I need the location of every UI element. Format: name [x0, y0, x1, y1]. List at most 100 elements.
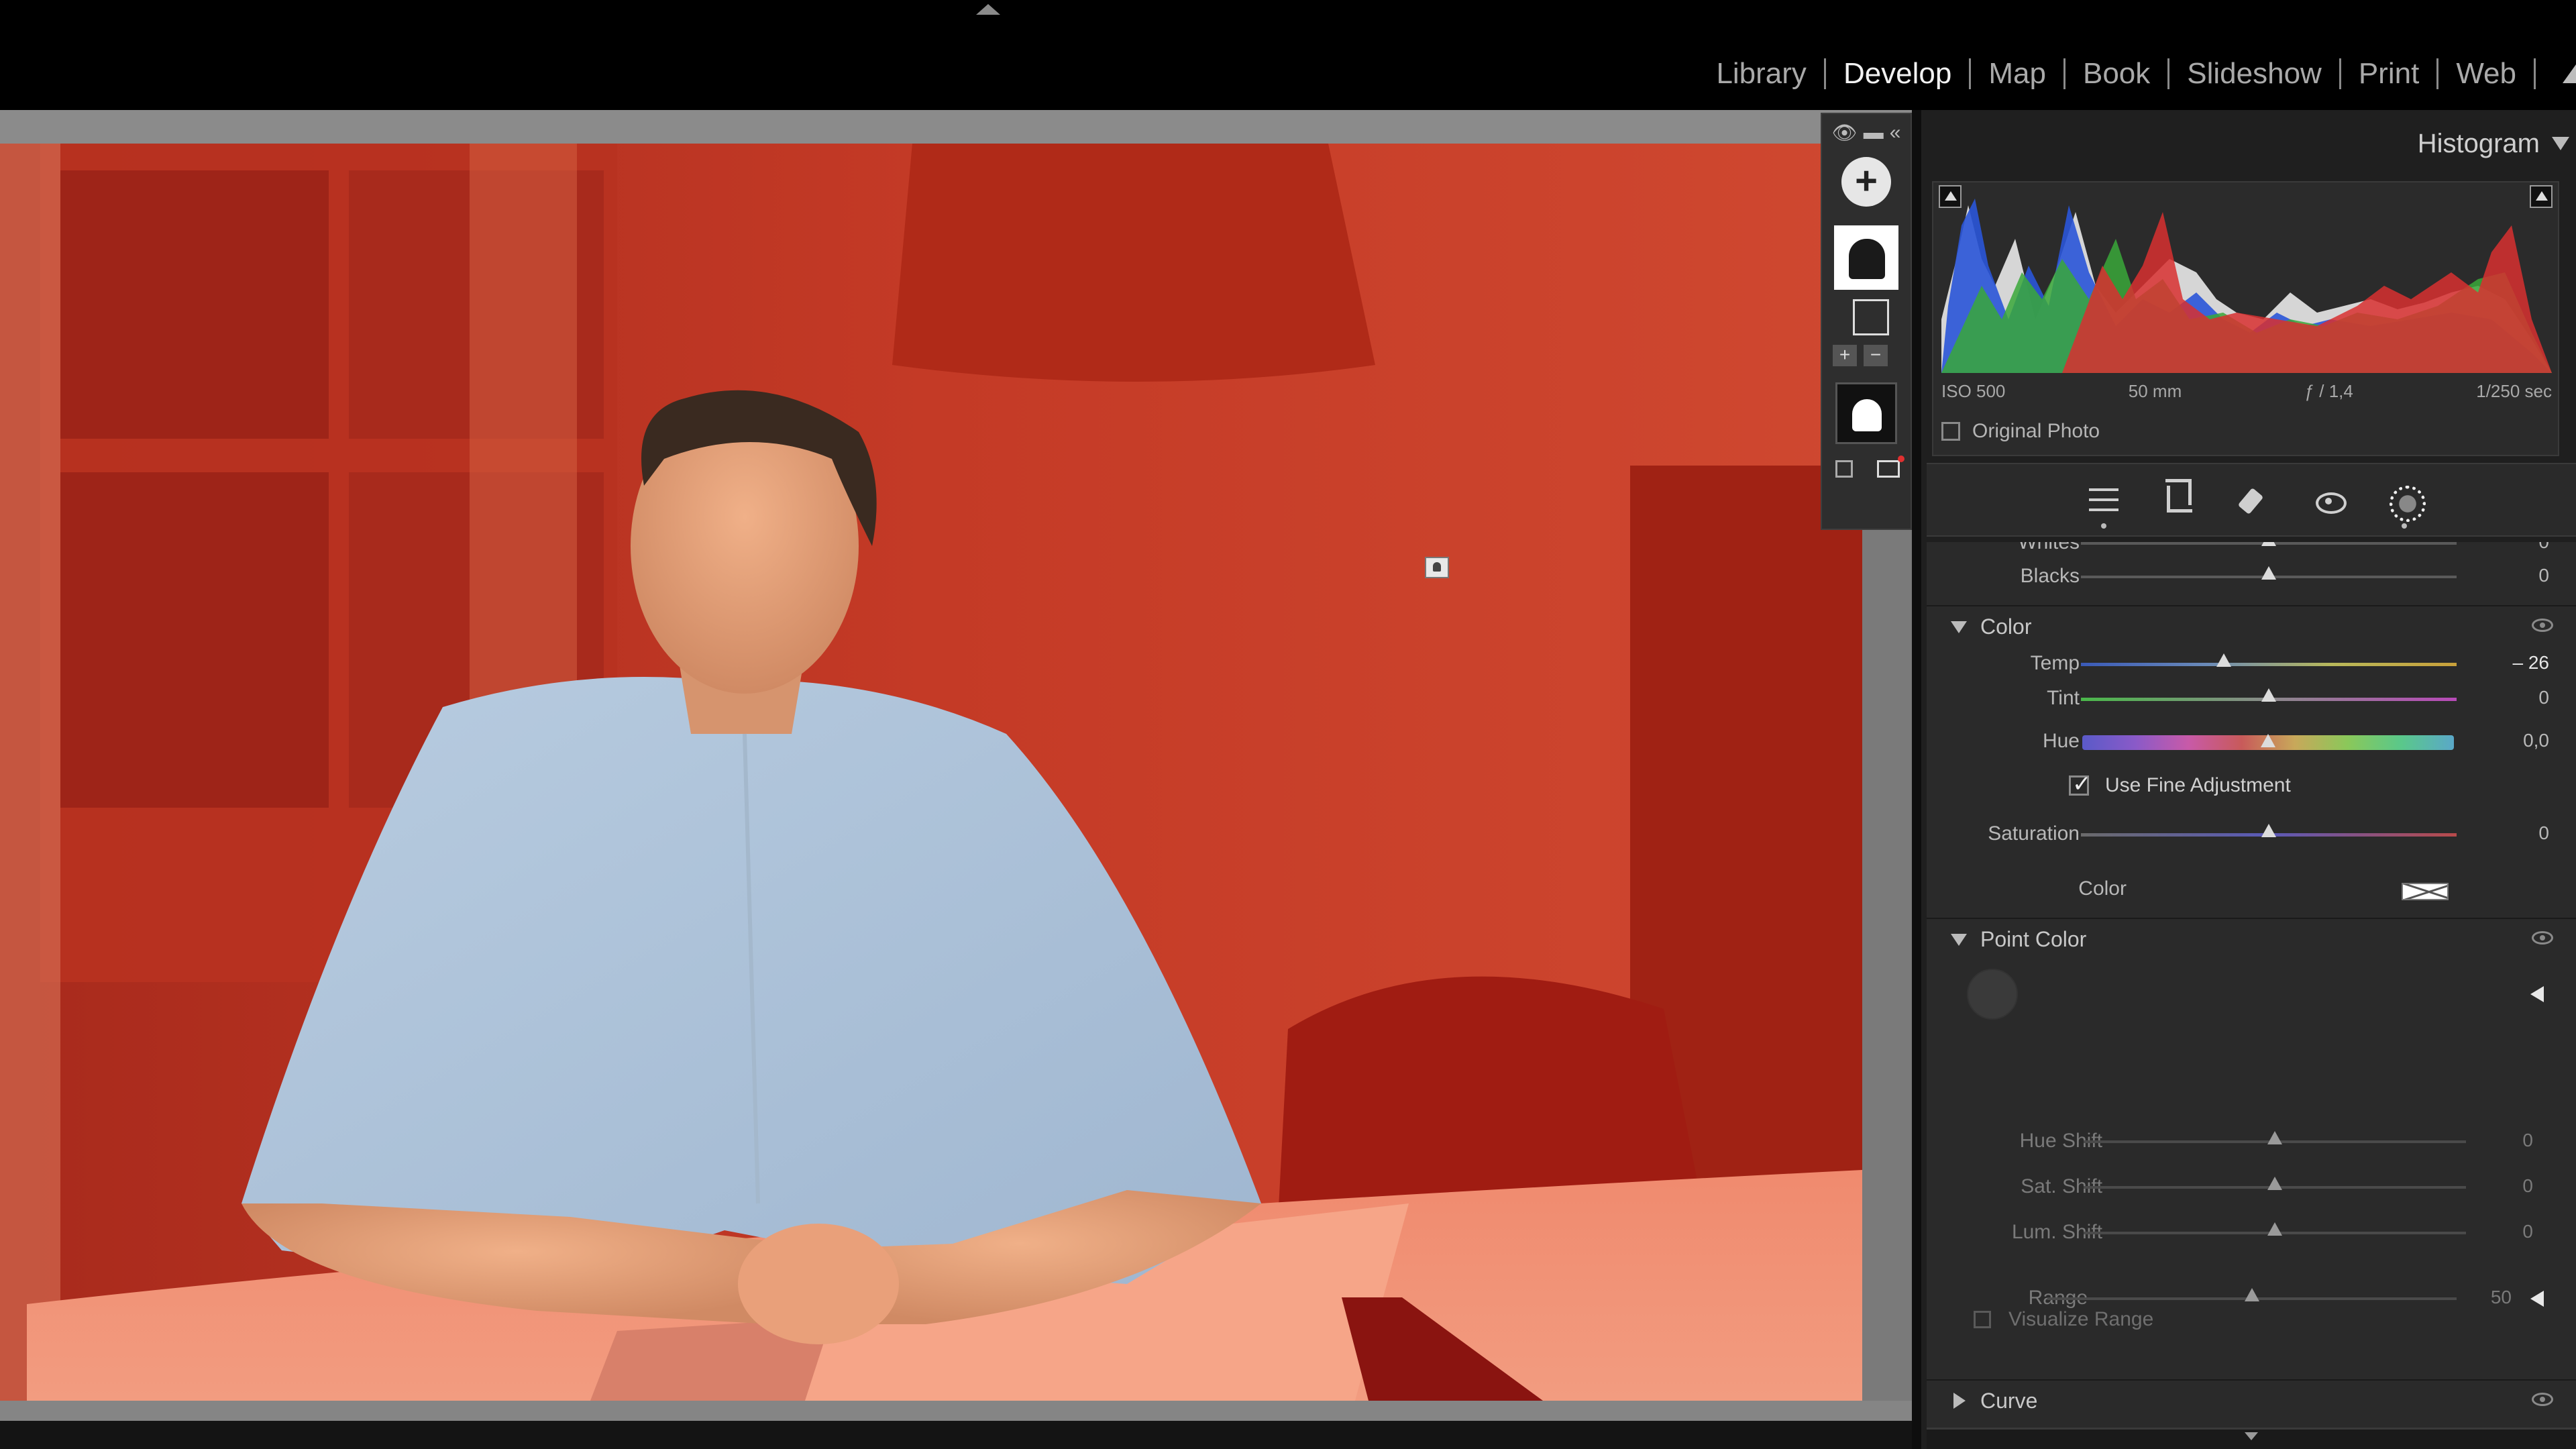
eye-icon[interactable] [2532, 1393, 2553, 1406]
photo-with-mask-overlay[interactable] [0, 144, 1862, 1401]
lum-shift-value[interactable]: 0 [2522, 1221, 2533, 1242]
curve-section-header[interactable]: Curve [1927, 1379, 2576, 1422]
subtract-icon[interactable]: − [1864, 345, 1888, 366]
whites-value[interactable]: 0 [2538, 542, 2549, 553]
hue-slider[interactable] [2082, 734, 2454, 750]
module-slideshow[interactable]: Slideshow [2169, 57, 2339, 91]
module-book[interactable]: Book [2065, 57, 2167, 91]
highlight-clip-icon[interactable] [2530, 185, 2553, 208]
module-library[interactable]: Library [1699, 57, 1824, 91]
select-mask-icon[interactable] [1853, 299, 1889, 335]
shadow-clip-icon[interactable] [1939, 185, 1962, 208]
histogram-graph [1941, 199, 2552, 373]
panel-divider[interactable] [1912, 110, 1921, 1449]
eye-icon[interactable] [2532, 619, 2553, 632]
eye-icon[interactable]: 👁 [1832, 121, 1858, 145]
module-web[interactable]: Web [2438, 57, 2534, 91]
temp-slider[interactable] [2081, 653, 2457, 667]
visualize-range-checkbox[interactable] [1974, 1311, 1991, 1328]
collapse-icon[interactable]: « [1890, 121, 1901, 144]
whites-slider-thumb[interactable] [2261, 542, 2276, 546]
add-mask-icon[interactable]: + [1841, 157, 1891, 207]
original-photo-toggle[interactable]: Original Photo [1941, 420, 2100, 443]
temp-slider-thumb[interactable] [2216, 653, 2231, 667]
heal-icon[interactable] [2237, 483, 2271, 518]
point-color-sampler[interactable] [1967, 969, 2018, 1020]
minimize-icon[interactable]: ▬ [1864, 121, 1884, 144]
add-icon[interactable]: + [1833, 345, 1857, 366]
blacks-value[interactable]: 0 [2538, 565, 2549, 586]
fine-adjust-row: Use Fine Adjustment [1927, 771, 2576, 808]
saturation-value[interactable]: 0 [2538, 822, 2549, 844]
edit-sliders-icon[interactable] [2086, 483, 2121, 529]
saturation-slider[interactable] [2081, 824, 2457, 837]
hue-shift-value[interactable]: 0 [2522, 1130, 2533, 1151]
mask-add-subtract: + − [1833, 345, 1911, 366]
hue-row: Hue 0,0 [1927, 726, 2576, 759]
overlay-color-icon[interactable] [1877, 455, 1904, 478]
visualize-range-label: Visualize Range [2008, 1308, 2154, 1330]
lum-shift-row: Lum. Shift 0 [1927, 1217, 2576, 1250]
whites-row: Whites 0 [1927, 542, 2576, 561]
focal-length-value: 50 mm [2128, 381, 2182, 401]
fine-adjust-toggle[interactable]: Use Fine Adjustment [2069, 771, 2291, 798]
panel-toggle-top-icon[interactable] [976, 4, 1000, 15]
masks-panel: 👁 ▬ « + + − [1821, 113, 1912, 530]
point-color-title: Point Color [1980, 927, 2087, 951]
histogram[interactable]: ISO 500 50 mm ƒ / 1,4 1/250 sec Original… [1932, 181, 2559, 456]
lum-shift-slider-thumb[interactable] [2267, 1222, 2282, 1236]
masks-panel-footer [1822, 444, 1911, 478]
subject-mask-icon[interactable] [1834, 225, 1898, 290]
blacks-slider-thumb[interactable] [2261, 566, 2276, 580]
overlay-toggle-icon[interactable] [1835, 460, 1853, 478]
person-mask-icon[interactable] [1835, 382, 1897, 444]
histogram-header[interactable]: Histogram [1921, 121, 2576, 164]
sat-shift-slider[interactable] [2084, 1177, 2466, 1190]
saturation-slider-thumb[interactable] [2261, 824, 2276, 837]
crop-icon[interactable] [2161, 483, 2196, 518]
module-map[interactable]: Map [1971, 57, 2063, 91]
range-menu-icon[interactable] [2530, 1291, 2544, 1307]
redeye-icon[interactable] [2312, 483, 2347, 518]
photo-image [0, 144, 1862, 1401]
eye-icon[interactable] [2532, 931, 2553, 945]
mask-adjustments-panel: Whites 0 Blacks 0 Color Temp – 26 Tint 0… [1927, 542, 2576, 1428]
color-swatch[interactable] [2402, 883, 2449, 900]
point-color-section-header[interactable]: Point Color [1927, 918, 2576, 958]
collapse-triangle-icon[interactable] [2552, 137, 2569, 150]
range-slider[interactable] [2047, 1288, 2457, 1301]
tint-slider[interactable] [2081, 688, 2457, 702]
color-section-header[interactable]: Color [1927, 605, 2576, 645]
point-color-menu-icon[interactable] [2530, 986, 2544, 1002]
hue-slider-thumb[interactable] [2261, 734, 2275, 747]
histogram-title: Histogram [2417, 129, 2540, 158]
shutter-value: 1/250 sec [2476, 381, 2552, 401]
blacks-slider[interactable] [2081, 566, 2457, 580]
sat-shift-slider-thumb[interactable] [2267, 1177, 2282, 1190]
module-menu-icon[interactable] [2563, 64, 2576, 83]
hue-shift-slider-thumb[interactable] [2267, 1131, 2282, 1144]
range-slider-thumb[interactable] [2245, 1288, 2259, 1301]
tint-value[interactable]: 0 [2538, 687, 2549, 708]
whites-slider[interactable] [2081, 542, 2457, 546]
hue-shift-slider[interactable] [2084, 1131, 2466, 1144]
original-photo-checkbox[interactable] [1941, 422, 1960, 441]
blacks-row: Blacks 0 [1927, 561, 2576, 594]
saturation-label: Saturation [1988, 822, 2080, 845]
temp-value[interactable]: – 26 [2513, 652, 2550, 674]
hue-value[interactable]: 0,0 [2523, 730, 2549, 751]
lum-shift-slider[interactable] [2084, 1222, 2466, 1236]
module-print[interactable]: Print [2341, 57, 2436, 91]
tint-slider-thumb[interactable] [2261, 688, 2276, 702]
module-develop[interactable]: Develop [1826, 57, 1969, 91]
expand-triangle-icon[interactable] [1951, 934, 1967, 946]
sat-shift-value[interactable]: 0 [2522, 1175, 2533, 1197]
masking-icon[interactable] [2387, 483, 2426, 529]
fine-adjust-checkbox[interactable] [2069, 771, 2092, 798]
range-value[interactable]: 50 [2491, 1287, 2512, 1308]
mask-pin-icon[interactable] [1425, 557, 1449, 578]
expand-triangle-icon[interactable] [1953, 1393, 1966, 1409]
visualize-range-toggle[interactable]: Visualize Range [1974, 1308, 2153, 1331]
exif-info: ISO 500 50 mm ƒ / 1,4 1/250 sec [1941, 381, 2552, 402]
expand-triangle-icon[interactable] [1951, 621, 1967, 633]
